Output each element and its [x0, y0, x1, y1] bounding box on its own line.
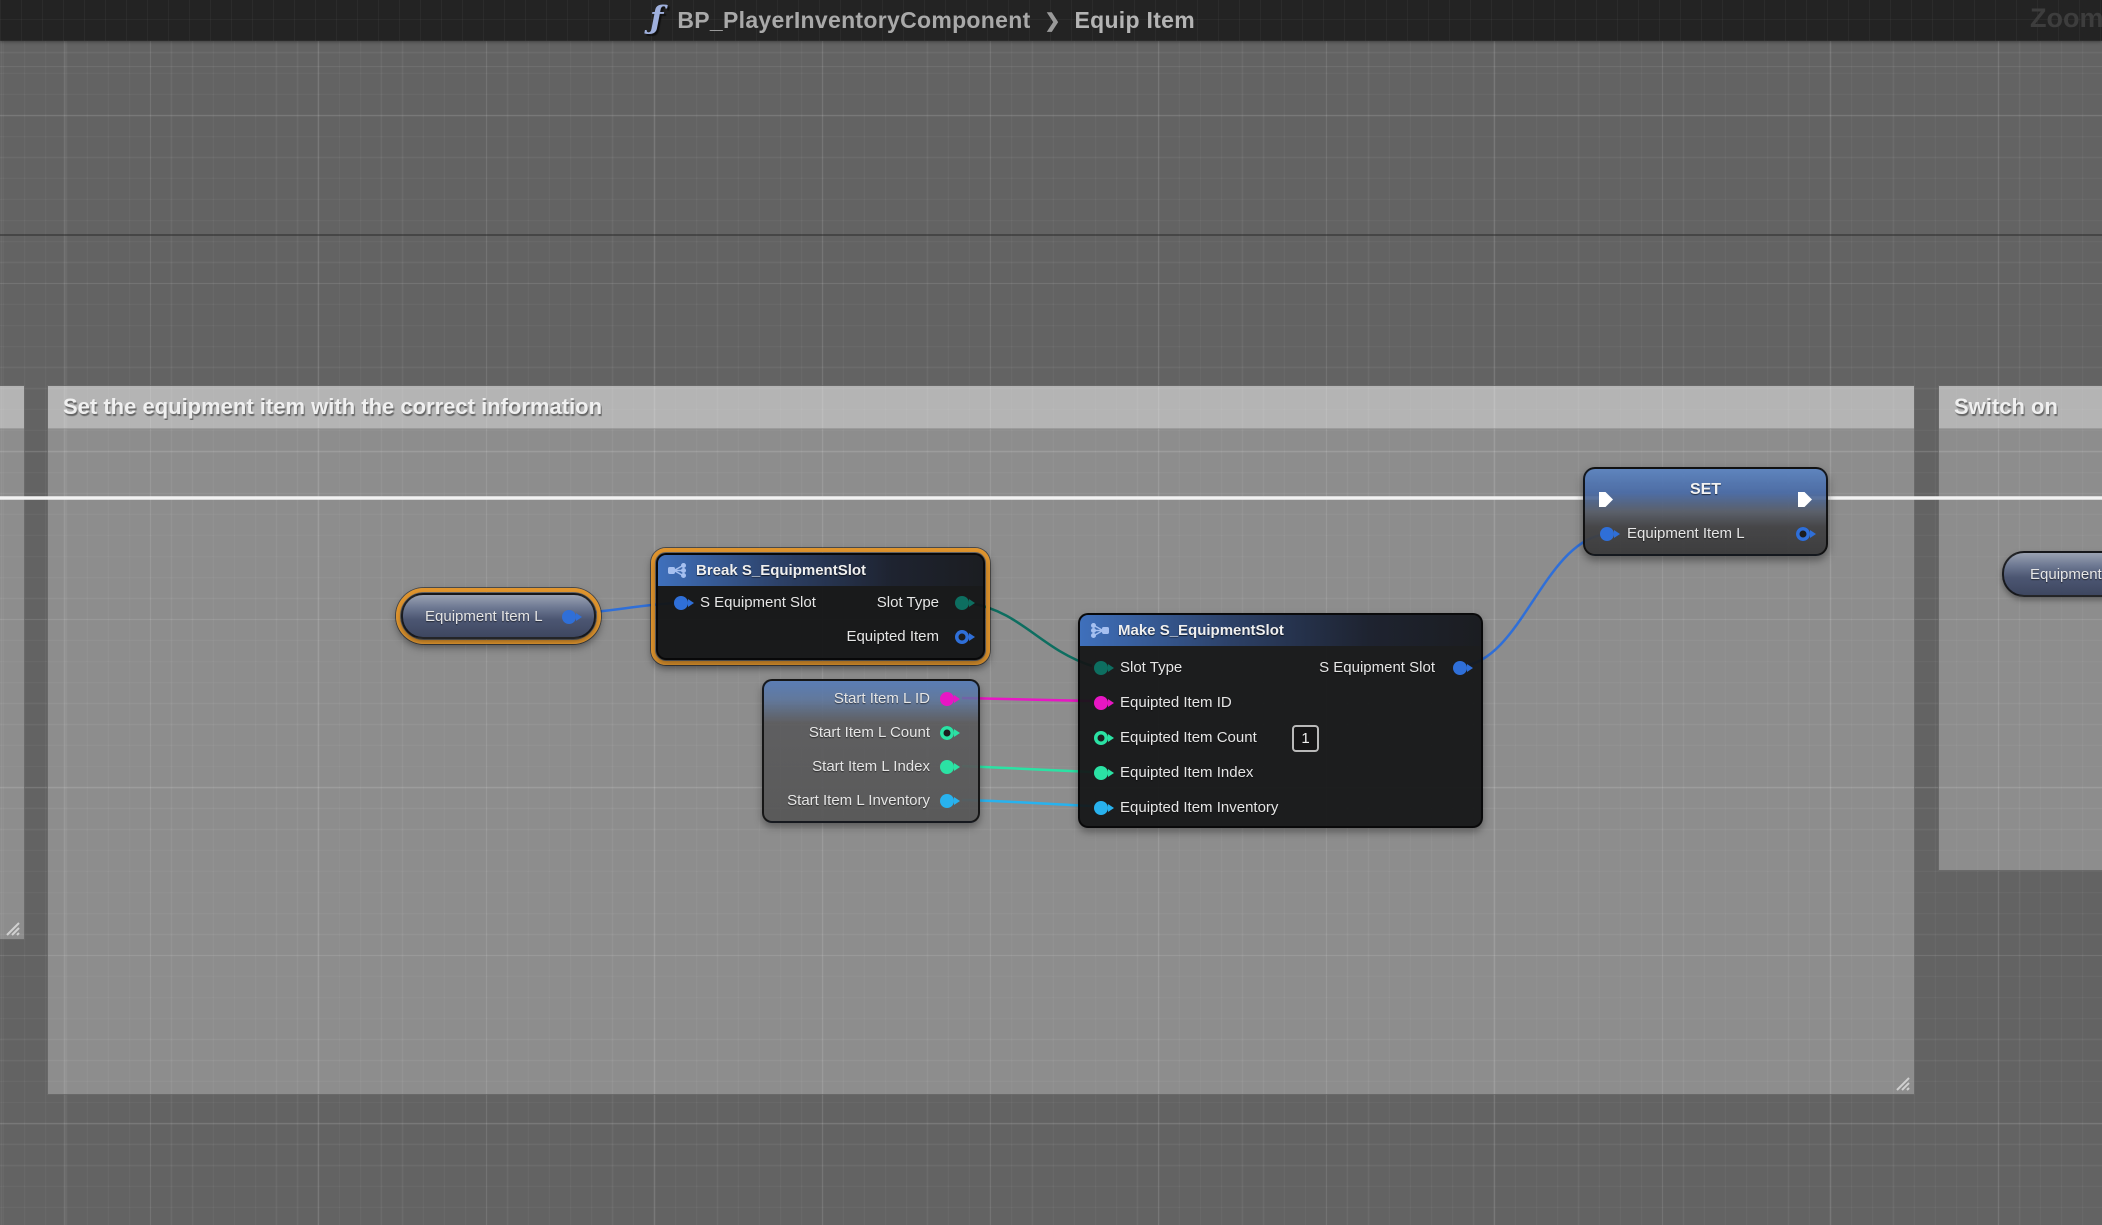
breadcrumb-blueprint-name[interactable]: BP_PlayerInventoryComponent: [677, 7, 1030, 34]
pin-output-label: Start Item L Inventory: [787, 791, 930, 811]
node-make-s-equipmentslot[interactable]: Make S_EquipmentSlot Slot Type S Equipme…: [1078, 613, 1483, 828]
node-header[interactable]: Break S_EquipmentSlot: [658, 555, 983, 586]
pin-output-label: Slot Type: [877, 593, 939, 613]
pin-input-label: Equipted Item Index: [1120, 763, 1253, 783]
comment-box-switch[interactable]: Switch on: [1938, 385, 2102, 871]
pin-output-label: Equipted Item: [846, 627, 939, 647]
comment-resize-handle[interactable]: [1893, 1075, 1911, 1091]
exec-input-pin[interactable]: [1598, 491, 1614, 508]
node-title: SET: [1585, 481, 1826, 499]
make-struct-icon: [1090, 623, 1109, 638]
count-default-value-input[interactable]: 1: [1292, 725, 1319, 752]
pin-input-label: Equipment Item L: [1627, 524, 1745, 544]
pin-input-slot-type[interactable]: [1094, 661, 1108, 675]
pin-input-equipted-item-count[interactable]: [1094, 731, 1108, 745]
variable-label: Equipment Item L: [425, 607, 543, 627]
pin-input-s-equipment-slot[interactable]: [674, 596, 688, 610]
pin-output-label: Start Item L ID: [834, 689, 930, 709]
node-get-equipment-right-clipped[interactable]: Equipment: [2002, 551, 2102, 597]
pin-input-equipted-item-id[interactable]: [1094, 696, 1108, 710]
comment-box-left-clipped[interactable]: [0, 385, 25, 940]
zoom-level-indicator: Zoom: [2030, 3, 2102, 34]
node-start-item-outputs[interactable]: Start Item L ID Start Item L Count Start…: [762, 679, 980, 823]
node-title: Make S_EquipmentSlot: [1118, 622, 1284, 639]
pin-input-label: Equipted Item Inventory: [1120, 798, 1278, 818]
pin-input-label: Slot Type: [1120, 658, 1182, 678]
variable-label: Equipment: [2030, 565, 2102, 585]
node-title: Break S_EquipmentSlot: [696, 562, 866, 579]
pin-input-equipted-item-index[interactable]: [1094, 766, 1108, 780]
pin-output-slot-type[interactable]: [955, 596, 969, 610]
comment-title: Set the equipment item with the correct …: [63, 394, 602, 420]
break-struct-icon: [668, 563, 687, 578]
function-icon: ƒ: [650, 3, 663, 34]
graph-title-bar: ƒ BP_PlayerInventoryComponent ❯ Equip It…: [0, 0, 2102, 41]
comment-header[interactable]: [0, 386, 24, 429]
pin-output-label: Start Item L Index: [812, 757, 930, 777]
node-header[interactable]: Make S_EquipmentSlot: [1080, 615, 1481, 646]
pin-output-equipment-item-l[interactable]: [1796, 527, 1810, 541]
pin-output-label: S Equipment Slot: [1319, 658, 1435, 678]
pin-input-label: Equipted Item Count: [1120, 728, 1257, 748]
pin-output-label: Start Item L Count: [809, 723, 930, 743]
node-set-equipment-item-l[interactable]: SET Equipment Item L: [1583, 467, 1828, 556]
pin-output-start-item-index[interactable]: [940, 760, 954, 774]
pin-output-s-equipment-slot[interactable]: [1453, 661, 1467, 675]
node-get-equipment-item-l[interactable]: Equipment Item L: [396, 588, 601, 644]
breadcrumb-graph-name[interactable]: Equip Item: [1074, 7, 1195, 34]
pin-output-equipted-item[interactable]: [955, 630, 969, 644]
pin-input-label: S Equipment Slot: [700, 593, 816, 613]
comment-header[interactable]: Switch on: [1939, 386, 2102, 429]
blueprint-graph-canvas[interactable]: Set the equipment item with the correct …: [0, 0, 2102, 1225]
pin-input-label: Equipted Item ID: [1120, 693, 1232, 713]
pin-input-equipment-item-l[interactable]: [1600, 527, 1614, 541]
pin-output-struct[interactable]: [562, 610, 576, 624]
exec-output-pin[interactable]: [1797, 491, 1813, 508]
comment-header[interactable]: Set the equipment item with the correct …: [48, 386, 1914, 429]
comment-resize-handle[interactable]: [3, 920, 21, 936]
pin-output-start-item-inventory[interactable]: [940, 794, 954, 808]
chevron-right-icon: ❯: [1045, 10, 1061, 33]
pin-output-start-item-count[interactable]: [940, 726, 954, 740]
node-break-s-equipmentslot[interactable]: Break S_EquipmentSlot S Equipment Slot S…: [651, 548, 990, 665]
comment-title: Switch on: [1954, 394, 2058, 420]
grid-origin-line: [0, 234, 2102, 236]
pin-input-equipted-item-inventory[interactable]: [1094, 801, 1108, 815]
breadcrumb: ƒ BP_PlayerInventoryComponent ❯ Equip It…: [650, 0, 1195, 41]
pin-output-start-item-id[interactable]: [940, 692, 954, 706]
